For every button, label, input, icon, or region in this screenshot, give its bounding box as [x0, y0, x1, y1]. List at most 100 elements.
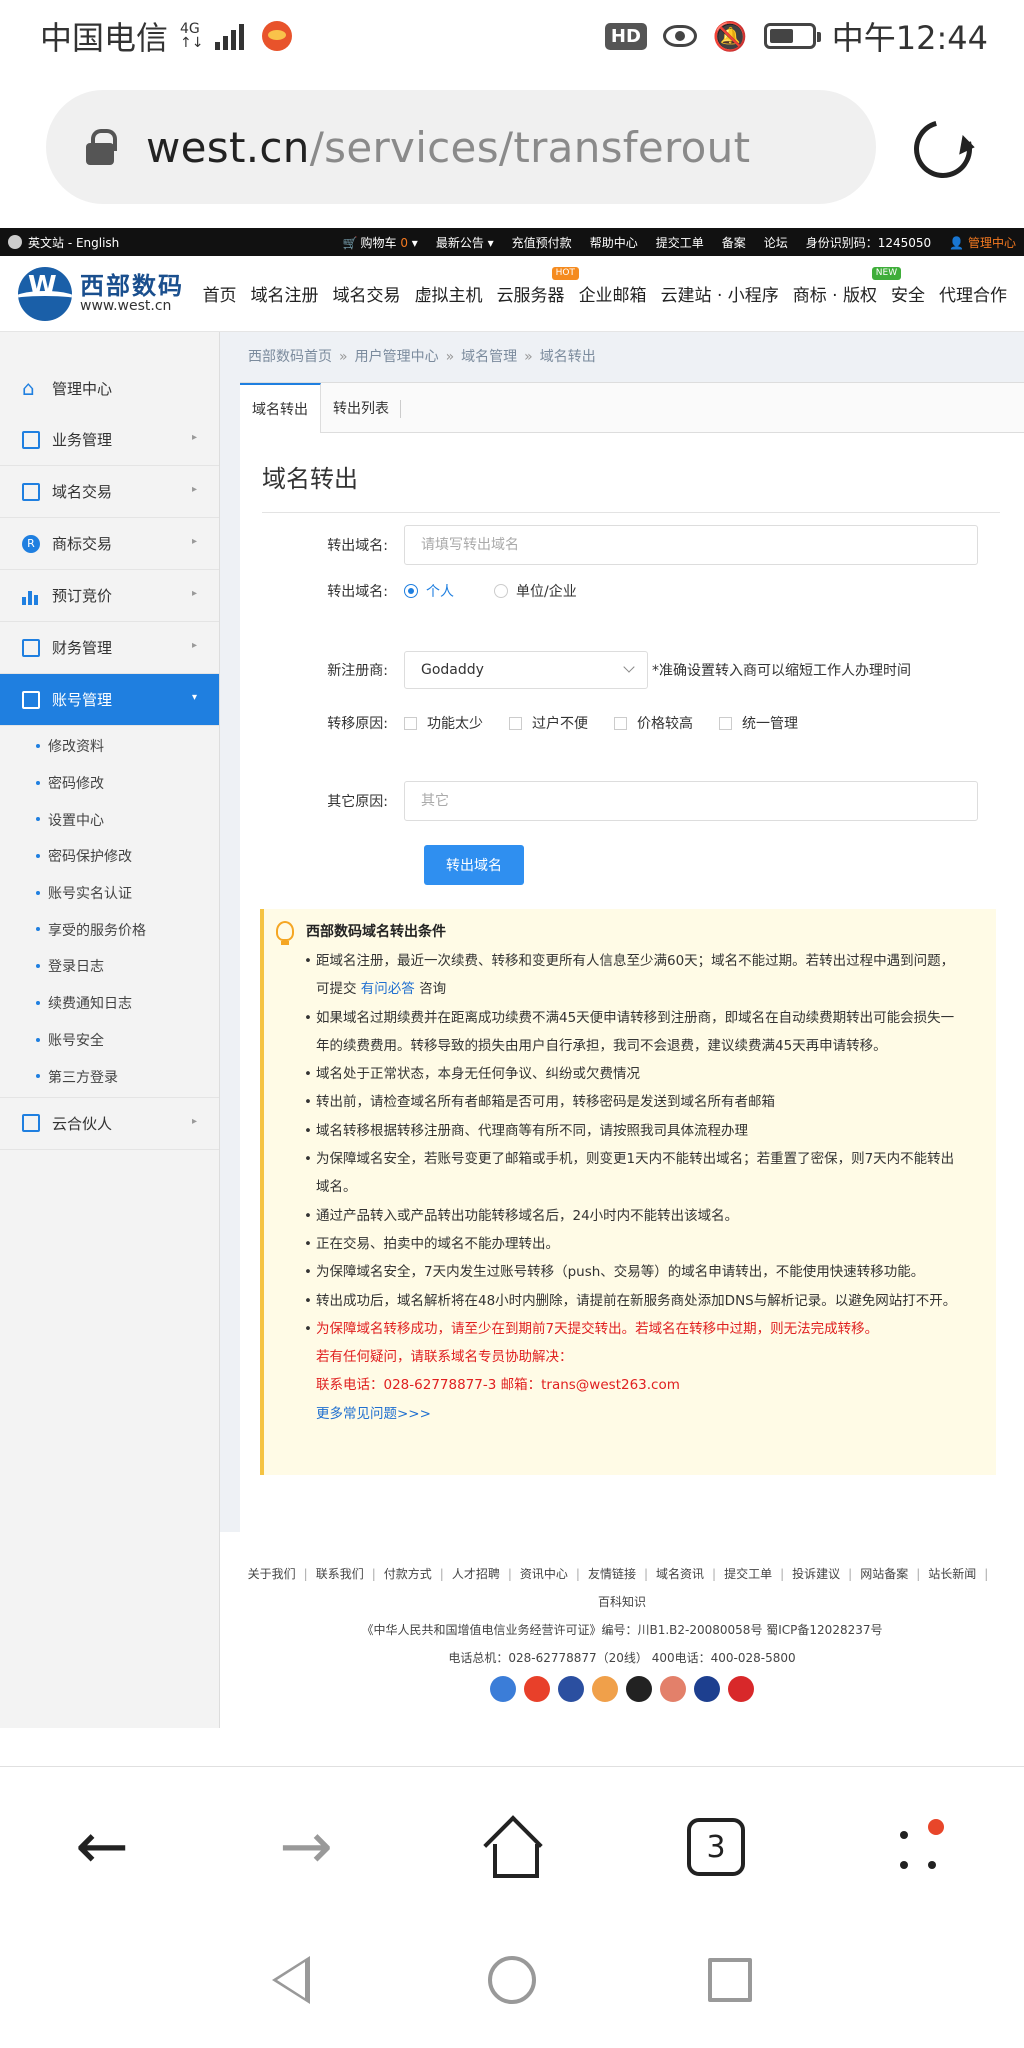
reason-checkbox-price-high[interactable]: 价格较高 [614, 713, 693, 733]
forward-button[interactable]: → [266, 1807, 346, 1887]
police-badge-icon[interactable] [728, 1676, 754, 1702]
announcement-menu[interactable]: 最新公告 ▾ [436, 234, 494, 251]
footer-link[interactable]: 关于我们 [248, 1567, 296, 1581]
submenu-renew-log[interactable]: 续费通知日志 [0, 985, 219, 1022]
nav-trademark[interactable]: 商标 · 版权 NEW [786, 267, 902, 306]
footer-link[interactable]: 人才招聘 [452, 1567, 500, 1581]
admin-link[interactable]: 👤 管理中心 [949, 234, 1016, 251]
breadcrumb-user-center[interactable]: 用户管理中心 [355, 349, 439, 365]
sidebar-item-trademark[interactable]: R 商标交易 ▸ [0, 518, 219, 570]
recharge-link[interactable]: 充值预付款 [512, 234, 572, 251]
breadcrumb-home[interactable]: 西部数码首页 [248, 349, 332, 365]
submenu-third-party-login[interactable]: 第三方登录 [0, 1058, 219, 1095]
cert-badge-icon[interactable] [490, 1676, 516, 1702]
footer-link[interactable]: 站长新闻 [928, 1567, 976, 1581]
transfer-panel: 域名转出 转出列表 域名转出 转出域名: 转出域名: 个人 单位/企业 新注册商… [240, 382, 1024, 1532]
finance-icon [22, 638, 40, 657]
radio-company[interactable]: 单位/企业 [494, 581, 577, 601]
submenu-account-security[interactable]: 账号安全 [0, 1022, 219, 1059]
sidebar-item-bidding[interactable]: 预订竞价 ▸ [0, 570, 219, 622]
submenu-edit-profile[interactable]: 修改资料 [0, 728, 219, 765]
nav-domain-trade[interactable]: 域名交易 [326, 281, 408, 306]
site-footer: 关于我们 | 联系我们 | 付款方式 | 人才招聘 | 资讯中心 | 友情链接 | 域名资讯 | 提交工单 |… [220, 1560, 1024, 1702]
site-logo[interactable]: 西部数码 www.west.cn [18, 266, 184, 321]
system-home-icon[interactable] [488, 1956, 536, 2004]
footer-link[interactable]: 付款方式 [384, 1567, 432, 1581]
tab-count: 3 [687, 1818, 745, 1876]
footer-link[interactable]: 网站备案 [860, 1567, 908, 1581]
system-recents-icon[interactable] [708, 1958, 752, 2002]
registrar-select[interactable]: Godaddy [404, 651, 648, 689]
transfer-out-button[interactable]: 转出域名 [424, 845, 524, 885]
footer-link[interactable]: 资讯中心 [520, 1567, 568, 1581]
nav-security[interactable]: 安全 [884, 281, 932, 306]
footer-link[interactable]: 投诉建议 [792, 1567, 840, 1581]
footer-link[interactable]: 域名资讯 [656, 1567, 704, 1581]
bell-muted-icon: 🔕 [712, 19, 748, 53]
sidebar-item-finance[interactable]: 财务管理 ▸ [0, 622, 219, 674]
sidebar-item-domain-trade[interactable]: 域名交易 ▸ [0, 466, 219, 518]
nav-virtual-host[interactable]: 虚拟主机 [408, 281, 490, 306]
fzf-badge-icon[interactable] [694, 1676, 720, 1702]
footer-link[interactable]: 联系我们 [316, 1567, 364, 1581]
home-button[interactable] [472, 1807, 552, 1887]
notice-item: 距域名注册，最近一次续费、转移和变更所有人信息至少满60天；域名不能过期。若转出… [304, 947, 996, 1004]
nav-agent[interactable]: 代理合作 [932, 281, 1014, 306]
other-reason-input[interactable] [404, 781, 978, 821]
reason-checkbox-unified-manage[interactable]: 统一管理 [719, 713, 798, 733]
police-badge-icon[interactable] [524, 1676, 550, 1702]
radio-label: 单位/企业 [516, 584, 577, 600]
nav-site-builder[interactable]: 云建站 · 小程序 [654, 281, 786, 306]
submenu-service-price[interactable]: 享受的服务价格 [0, 911, 219, 948]
nav-mail[interactable]: 企业邮箱 [572, 281, 654, 306]
support-badge-icon[interactable] [660, 1676, 686, 1702]
forum-link[interactable]: 论坛 [764, 234, 788, 251]
checkbox-label: 统一管理 [742, 716, 798, 732]
sidebar-item-admin-center[interactable]: ⌂ 管理中心 [0, 362, 219, 414]
sidebar-item-label: 云合伙人 [52, 1114, 113, 1133]
nav-domain-register[interactable]: 域名注册 [244, 281, 326, 306]
domain-label: 转出域名: [327, 538, 388, 554]
beian-link[interactable]: 备案 [722, 234, 746, 251]
footer-link[interactable]: 提交工单 [724, 1567, 772, 1581]
address-bar[interactable]: west.cn/services/transferout [46, 90, 876, 204]
radio-personal[interactable]: 个人 [404, 581, 454, 601]
reload-icon[interactable] [903, 109, 983, 189]
cert-badge-icon[interactable] [558, 1676, 584, 1702]
reason-checkbox-transfer-inconvenient[interactable]: 过户不便 [509, 713, 588, 733]
footer-link[interactable]: 友情链接 [588, 1567, 636, 1581]
tabs-button[interactable]: 3 [676, 1807, 756, 1887]
chevron-right-icon: ▸ [191, 640, 197, 651]
submenu-change-password[interactable]: 密码修改 [0, 765, 219, 802]
system-back-icon[interactable] [272, 1956, 310, 2004]
back-button[interactable]: ← [62, 1807, 142, 1887]
ticket-link[interactable]: 提交工单 [656, 234, 704, 251]
qq-icon[interactable] [626, 1676, 652, 1702]
help-link[interactable]: 帮助中心 [590, 234, 638, 251]
site-header: 西部数码 www.west.cn 首页 域名注册 域名交易 虚拟主机 云服务器 H… [0, 256, 1024, 332]
footer-link[interactable]: 百科知识 [598, 1595, 646, 1609]
domain-input[interactable] [404, 525, 978, 565]
submenu-real-name[interactable]: 账号实名认证 [0, 875, 219, 912]
radio-label: 个人 [426, 584, 454, 600]
english-site-link[interactable]: 英文站 - English [28, 234, 119, 251]
sidebar-item-account[interactable]: 账号管理 ▾ [0, 674, 219, 726]
url-text[interactable]: west.cn/services/transferout [146, 123, 750, 172]
faq-link[interactable]: 有问必答 [361, 981, 415, 997]
breadcrumb-domain-manage[interactable]: 域名管理 [461, 349, 517, 365]
more-faq-link[interactable]: 更多常见问题>>> [306, 1400, 996, 1428]
tab-transfer-out[interactable]: 域名转出 [240, 383, 321, 433]
tab-transfer-list[interactable]: 转出列表 [321, 384, 401, 432]
submenu-login-log[interactable]: 登录日志 [0, 948, 219, 985]
cart-link[interactable]: 🛒 购物车 0 ▾ [343, 234, 418, 251]
sidebar-item-partner[interactable]: 云合伙人 ▸ [0, 1098, 219, 1150]
submenu-settings[interactable]: 设置中心 [0, 801, 219, 838]
menu-button[interactable] [880, 1807, 960, 1887]
submenu-password-protect[interactable]: 密码保护修改 [0, 838, 219, 875]
nav-cloud-server[interactable]: 云服务器 HOT [490, 267, 579, 306]
support-badge-icon[interactable] [592, 1676, 618, 1702]
reason-checkbox-few-features[interactable]: 功能太少 [404, 713, 483, 733]
nav-home[interactable]: 首页 [196, 281, 244, 306]
registrar-row: 新注册商: Godaddy *准确设置转入商可以缩短工作人办理时间 [240, 651, 1024, 689]
sidebar-item-business[interactable]: 业务管理 ▸ [0, 414, 219, 466]
